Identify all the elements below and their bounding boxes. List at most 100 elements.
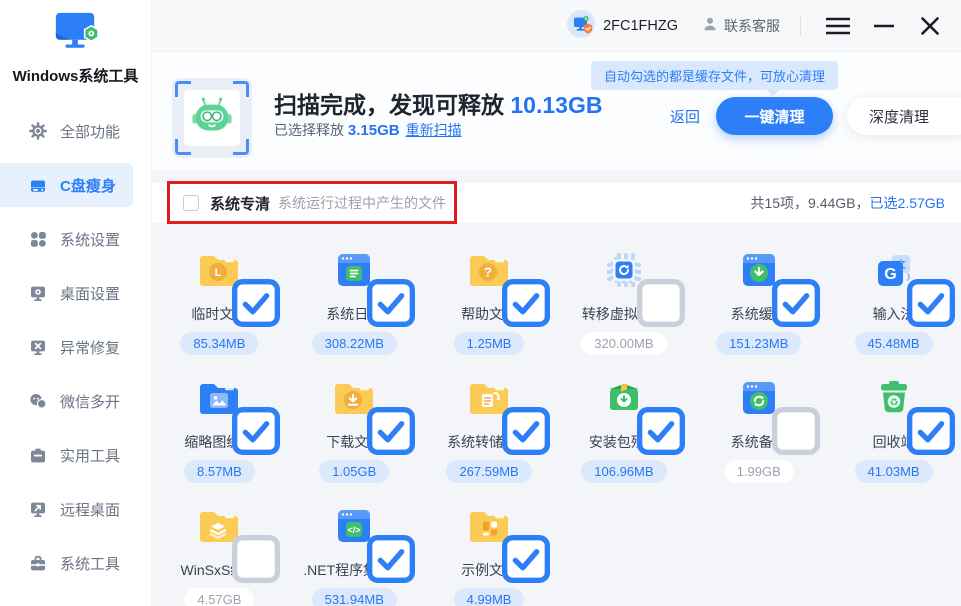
cleanup-item[interactable]: ?帮助文件1.25MB [422, 234, 557, 362]
system-tools-icon [29, 554, 47, 572]
cleanup-content: 系统专清 系统运行过程中产生的文件 共15项，9.44GB，已选2.57GB L… [152, 170, 961, 606]
cleanup-grid: L临时文件85.34MB系统日志308.22MB?帮助文件1.25MB转移虚拟内… [152, 234, 961, 606]
system-backup-icon [735, 374, 783, 422]
person-icon [702, 16, 718, 35]
dump-folder-icon [465, 374, 513, 422]
cleanup-item[interactable]: 下载文件1.05GB [287, 362, 422, 490]
wechat-multi-icon [29, 392, 47, 410]
sidebar-item-wechat-multi[interactable]: 微信多开 [0, 379, 151, 423]
sidebar-item-label: 微信多开 [60, 391, 120, 412]
virtual-memory-chip-icon [600, 246, 648, 294]
section-checkbox[interactable] [183, 195, 199, 211]
item-checkbox[interactable] [637, 279, 655, 297]
svg-text:L: L [215, 267, 222, 279]
cleanup-item[interactable]: 系统缓存151.23MB [691, 234, 826, 362]
contact-support-button[interactable]: 联系客服 [702, 16, 780, 36]
license-code-badge[interactable]: 2FC1FHZG [567, 10, 678, 42]
help-folder-icon: ? [465, 246, 513, 294]
item-size-badge: 1.05GB [319, 460, 389, 483]
cleanup-item[interactable]: 系统转储文件267.59MB [422, 362, 557, 490]
close-button[interactable] [913, 9, 947, 43]
system-log-icon [330, 246, 378, 294]
sidebar-item-c-drive-slim[interactable]: C盘瘦身 [0, 163, 133, 207]
cleanup-item[interactable]: 缩略图缓存8.57MB [152, 362, 287, 490]
all-features-icon [29, 122, 47, 140]
thumbnail-folder-icon [195, 374, 243, 422]
item-checkbox[interactable] [772, 407, 790, 425]
sidebar-item-label: C盘瘦身 [60, 175, 116, 196]
sidebar-item-label: 系统工具 [60, 553, 120, 574]
back-link[interactable]: 返回 [670, 106, 700, 127]
item-size-badge: 308.22MB [312, 332, 397, 355]
section-description: 系统运行过程中产生的文件 [278, 193, 446, 213]
item-size-badge: 85.34MB [180, 332, 258, 355]
sidebar: Windows系统工具 全部功能 C盘瘦身系统设置桌面设置异常修复微信多开实用工具… [0, 0, 152, 606]
sidebar-item-utility-tools[interactable]: 实用工具 [0, 433, 151, 477]
item-size-badge: 4.99MB [454, 588, 525, 606]
item-checkbox[interactable] [232, 535, 250, 553]
scan-result-header: 扫描完成，发现可释放 10.13GB 已选择释放 3.15GB重新扫描 自动勾选… [152, 52, 961, 170]
sidebar-item-label: 桌面设置 [60, 283, 120, 304]
cleanup-item[interactable]: </>.NET程序集缓存531.94MB [287, 490, 422, 606]
app-window: Windows系统工具 全部功能 C盘瘦身系统设置桌面设置异常修复微信多开实用工具… [0, 0, 961, 606]
utility-tools-icon [29, 446, 47, 464]
sidebar-item-system-tools[interactable]: 系统工具 [0, 541, 151, 585]
minimize-button[interactable] [867, 9, 901, 43]
sidebar-item-desktop-settings[interactable]: 桌面设置 [0, 271, 151, 315]
cleanup-item[interactable]: 文G输入法45.48MB [826, 234, 961, 362]
user-avatar-icon [567, 10, 595, 42]
item-checkbox[interactable] [637, 407, 655, 425]
item-checkbox[interactable] [907, 279, 925, 297]
item-checkbox[interactable] [232, 279, 250, 297]
menu-hamburger-button[interactable] [821, 9, 855, 43]
app-logo-icon [49, 10, 103, 61]
rescan-link[interactable]: 重新扫描 [406, 122, 462, 138]
svg-text:G: G [884, 266, 896, 283]
sidebar-item-label: 全部功能 [60, 121, 120, 142]
item-size-badge: 106.96MB [581, 460, 666, 483]
svg-text:?: ? [484, 265, 492, 280]
desktop-settings-icon [29, 284, 47, 302]
cleanup-item[interactable]: ♻回收站41.03MB [826, 362, 961, 490]
error-repair-icon [29, 338, 47, 356]
scan-result-title: 扫描完成，发现可释放 10.13GB [274, 86, 602, 120]
sidebar-item-label: 实用工具 [60, 445, 120, 466]
scan-selected-line: 已选择释放 3.15GB重新扫描 [274, 120, 462, 140]
cleanup-item[interactable]: 系统备份1.99GB [691, 362, 826, 490]
sidebar-item-remote-desktop[interactable]: 远程桌面 [0, 487, 151, 531]
item-size-badge: 1.99GB [724, 460, 794, 483]
input-method-icon: 文G [870, 246, 918, 294]
item-checkbox[interactable] [367, 535, 385, 553]
app-logo: Windows系统工具 [0, 0, 151, 86]
item-size-badge: 320.00MB [581, 332, 666, 355]
selected-size: 3.15GB [348, 122, 400, 139]
sidebar-item-error-repair[interactable]: 异常修复 [0, 325, 151, 369]
cleanup-item[interactable]: L临时文件85.34MB [152, 234, 287, 362]
item-checkbox[interactable] [772, 279, 790, 297]
cleanup-item[interactable]: 转移虚拟内存320.00MB [556, 234, 691, 362]
item-checkbox[interactable] [367, 407, 385, 425]
topbar-divider [800, 16, 801, 36]
sidebar-item-system-settings[interactable]: 系统设置 [0, 217, 151, 261]
installer-package-icon [600, 374, 648, 422]
deep-clean-button[interactable]: 深度清理 [847, 97, 961, 135]
item-checkbox[interactable] [502, 535, 520, 553]
cleanup-item[interactable]: WinSxS缓存4.57GB [152, 490, 287, 606]
sidebar-item-all-features[interactable]: 全部功能 [0, 109, 151, 153]
item-checkbox[interactable] [232, 407, 250, 425]
item-checkbox[interactable] [907, 407, 925, 425]
sidebar-item-label: 远程桌面 [60, 499, 120, 520]
cleanup-item[interactable]: 系统日志308.22MB [287, 234, 422, 362]
section-summary: 共15项，9.44GB，已选2.57GB [750, 193, 945, 213]
item-checkbox[interactable] [502, 279, 520, 297]
auto-select-tooltip: 自动勾选的都是缓存文件，可放心清理 [591, 61, 838, 90]
item-checkbox[interactable] [502, 407, 520, 425]
one-click-clean-button[interactable]: 一键清理 [716, 97, 833, 135]
cleanup-item[interactable]: 安装包残留106.96MB [556, 362, 691, 490]
robot-scan-icon [172, 78, 252, 158]
svg-text:</>: </> [348, 525, 361, 535]
item-size-badge: 8.57MB [184, 460, 255, 483]
cleanup-item[interactable]: 示例文件4.99MB [422, 490, 557, 606]
item-checkbox[interactable] [367, 279, 385, 297]
temp-folder-icon: L [195, 246, 243, 294]
